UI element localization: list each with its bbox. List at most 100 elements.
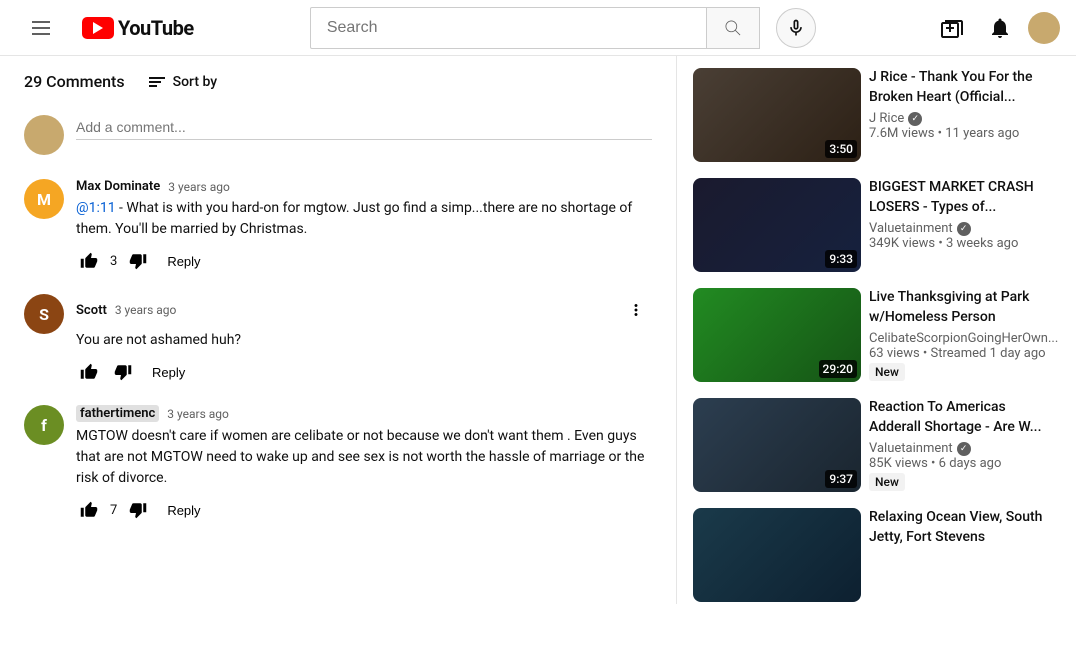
video-stats: 349K views • 3 weeks ago <box>869 236 1060 251</box>
comment-item: S Scott 3 years ago You are not ashamed … <box>24 294 652 385</box>
thumbs-down-icon <box>129 252 147 270</box>
comment-text: You are not ashamed huh? <box>76 330 652 351</box>
hamburger-icon <box>24 13 58 43</box>
comment-body: fathertimenc 3 years ago MGTOW doesn't c… <box>76 405 652 523</box>
dislike-button[interactable] <box>125 248 151 274</box>
channel-name: J Rice ✓ <box>869 111 1060 126</box>
video-duration: 9:37 <box>825 470 857 488</box>
video-stats: 85K views • 6 days ago <box>869 456 1060 471</box>
verified-icon: ✓ <box>957 442 971 456</box>
more-options-button[interactable] <box>620 294 652 326</box>
video-item[interactable]: Relaxing Ocean View, South Jetty, Fort S… <box>689 504 1064 604</box>
verified-icon: ✓ <box>957 222 971 236</box>
youtube-icon <box>82 17 114 39</box>
new-badge: New <box>869 363 905 381</box>
create-icon <box>940 16 964 40</box>
new-badge: New <box>869 473 905 491</box>
comment-body: Max Dominate 3 years ago @1:11 - What is… <box>76 179 652 274</box>
comments-section: 29 Comments Sort by M Max Dominate 3 yea… <box>0 56 676 604</box>
video-thumbnail: 3:50 <box>693 68 861 162</box>
video-info: Live Thanksgiving at Park w/Homeless Per… <box>869 288 1060 382</box>
video-stats: 63 views • Streamed 1 day ago <box>869 346 1060 361</box>
video-title: Relaxing Ocean View, South Jetty, Fort S… <box>869 508 1060 547</box>
notifications-button[interactable] <box>980 8 1020 48</box>
video-thumbnail: 29:20 <box>693 288 861 382</box>
comment-body: Scott 3 years ago You are not ashamed hu… <box>76 294 652 385</box>
sort-by-button[interactable]: Sort by <box>149 74 218 90</box>
thumbs-down-icon <box>114 363 132 381</box>
topbar-center <box>194 7 932 49</box>
like-count: 7 <box>110 503 117 518</box>
video-info: BIGGEST MARKET CRASH LOSERS - Types of..… <box>869 178 1060 272</box>
video-info: Relaxing Ocean View, South Jetty, Fort S… <box>869 508 1060 602</box>
video-thumbnail: 9:37 <box>693 398 861 492</box>
video-thumbnail: 9:33 <box>693 178 861 272</box>
video-item[interactable]: 9:33 BIGGEST MARKET CRASH LOSERS - Types… <box>689 174 1064 276</box>
topbar-left: YouTube <box>16 5 194 51</box>
thumbs-up-icon <box>80 363 98 381</box>
comment-time: 3 years ago <box>167 407 229 421</box>
mic-button[interactable] <box>776 8 816 48</box>
video-stats: 7.6M views • 11 years ago <box>869 126 1060 141</box>
bell-icon <box>988 16 1012 40</box>
logo-text: YouTube <box>118 16 194 40</box>
like-button[interactable] <box>76 497 102 523</box>
create-button[interactable] <box>932 8 972 48</box>
comment-item: M Max Dominate 3 years ago @1:11 - What … <box>24 179 652 274</box>
reply-button[interactable]: Reply <box>144 361 193 384</box>
topbar: YouTube <box>0 0 1076 56</box>
channel-name: CelibateScorpionGoingHerOwn... <box>869 331 1060 346</box>
search-box <box>310 7 760 49</box>
verified-icon: ✓ <box>908 112 922 126</box>
comment-actions: 7 Reply <box>76 497 652 523</box>
like-count: 3 <box>110 254 117 269</box>
comment-time: 3 years ago <box>115 303 177 317</box>
thumbs-down-icon <box>129 501 147 519</box>
comment-author[interactable]: fathertimenc <box>76 405 159 422</box>
comment-text: @1:11 - What is with you hard-on for mgt… <box>76 198 652 240</box>
video-info: J Rice - Thank You For the Broken Heart … <box>869 68 1060 162</box>
sort-icon <box>149 77 165 87</box>
comments-header: 29 Comments Sort by <box>24 72 652 91</box>
search-icon <box>723 18 743 38</box>
comment-actions: 3 Reply <box>76 248 652 274</box>
menu-button[interactable] <box>16 5 66 51</box>
main-layout: 29 Comments Sort by M Max Dominate 3 yea… <box>0 56 1076 604</box>
comment-avatar: f <box>24 405 64 445</box>
comment-meta: Max Dominate 3 years ago <box>76 179 652 194</box>
video-duration: 3:50 <box>825 140 857 158</box>
avatar[interactable] <box>1028 12 1060 44</box>
reply-button[interactable]: Reply <box>159 499 208 522</box>
timestamp-link[interactable]: @1:11 <box>76 200 116 216</box>
video-title: BIGGEST MARKET CRASH LOSERS - Types of..… <box>869 178 1060 217</box>
comment-avatar: M <box>24 179 64 219</box>
video-item[interactable]: 9:37 Reaction To Americas Adderall Short… <box>689 394 1064 496</box>
search-button[interactable] <box>706 8 759 48</box>
video-thumbnail <box>693 508 861 602</box>
video-duration: 9:33 <box>825 250 857 268</box>
dislike-button[interactable] <box>110 359 136 385</box>
video-item[interactable]: 3:50 J Rice - Thank You For the Broken H… <box>689 64 1064 166</box>
video-title: Reaction To Americas Adderall Shortage -… <box>869 398 1060 437</box>
search-input[interactable] <box>311 11 706 45</box>
reply-button[interactable]: Reply <box>159 250 208 273</box>
video-info: Reaction To Americas Adderall Shortage -… <box>869 398 1060 492</box>
video-title: J Rice - Thank You For the Broken Heart … <box>869 68 1060 107</box>
comment-time: 3 years ago <box>168 180 230 194</box>
video-title: Live Thanksgiving at Park w/Homeless Per… <box>869 288 1060 327</box>
comment-item: f fathertimenc 3 years ago MGTOW doesn't… <box>24 405 652 523</box>
channel-name: Valuetainment ✓ <box>869 441 1060 456</box>
youtube-logo[interactable]: YouTube <box>82 16 194 40</box>
comment-meta: fathertimenc 3 years ago <box>76 405 652 422</box>
like-button[interactable] <box>76 248 102 274</box>
like-button[interactable] <box>76 359 102 385</box>
add-comment-row <box>24 115 652 155</box>
thumbs-up-icon <box>80 501 98 519</box>
comment-author[interactable]: Max Dominate <box>76 179 160 194</box>
dislike-button[interactable] <box>125 497 151 523</box>
comment-meta: Scott 3 years ago <box>76 294 652 326</box>
comment-author[interactable]: Scott <box>76 303 107 318</box>
comment-input[interactable] <box>76 115 652 140</box>
more-icon <box>627 301 645 319</box>
video-item[interactable]: 29:20 Live Thanksgiving at Park w/Homele… <box>689 284 1064 386</box>
